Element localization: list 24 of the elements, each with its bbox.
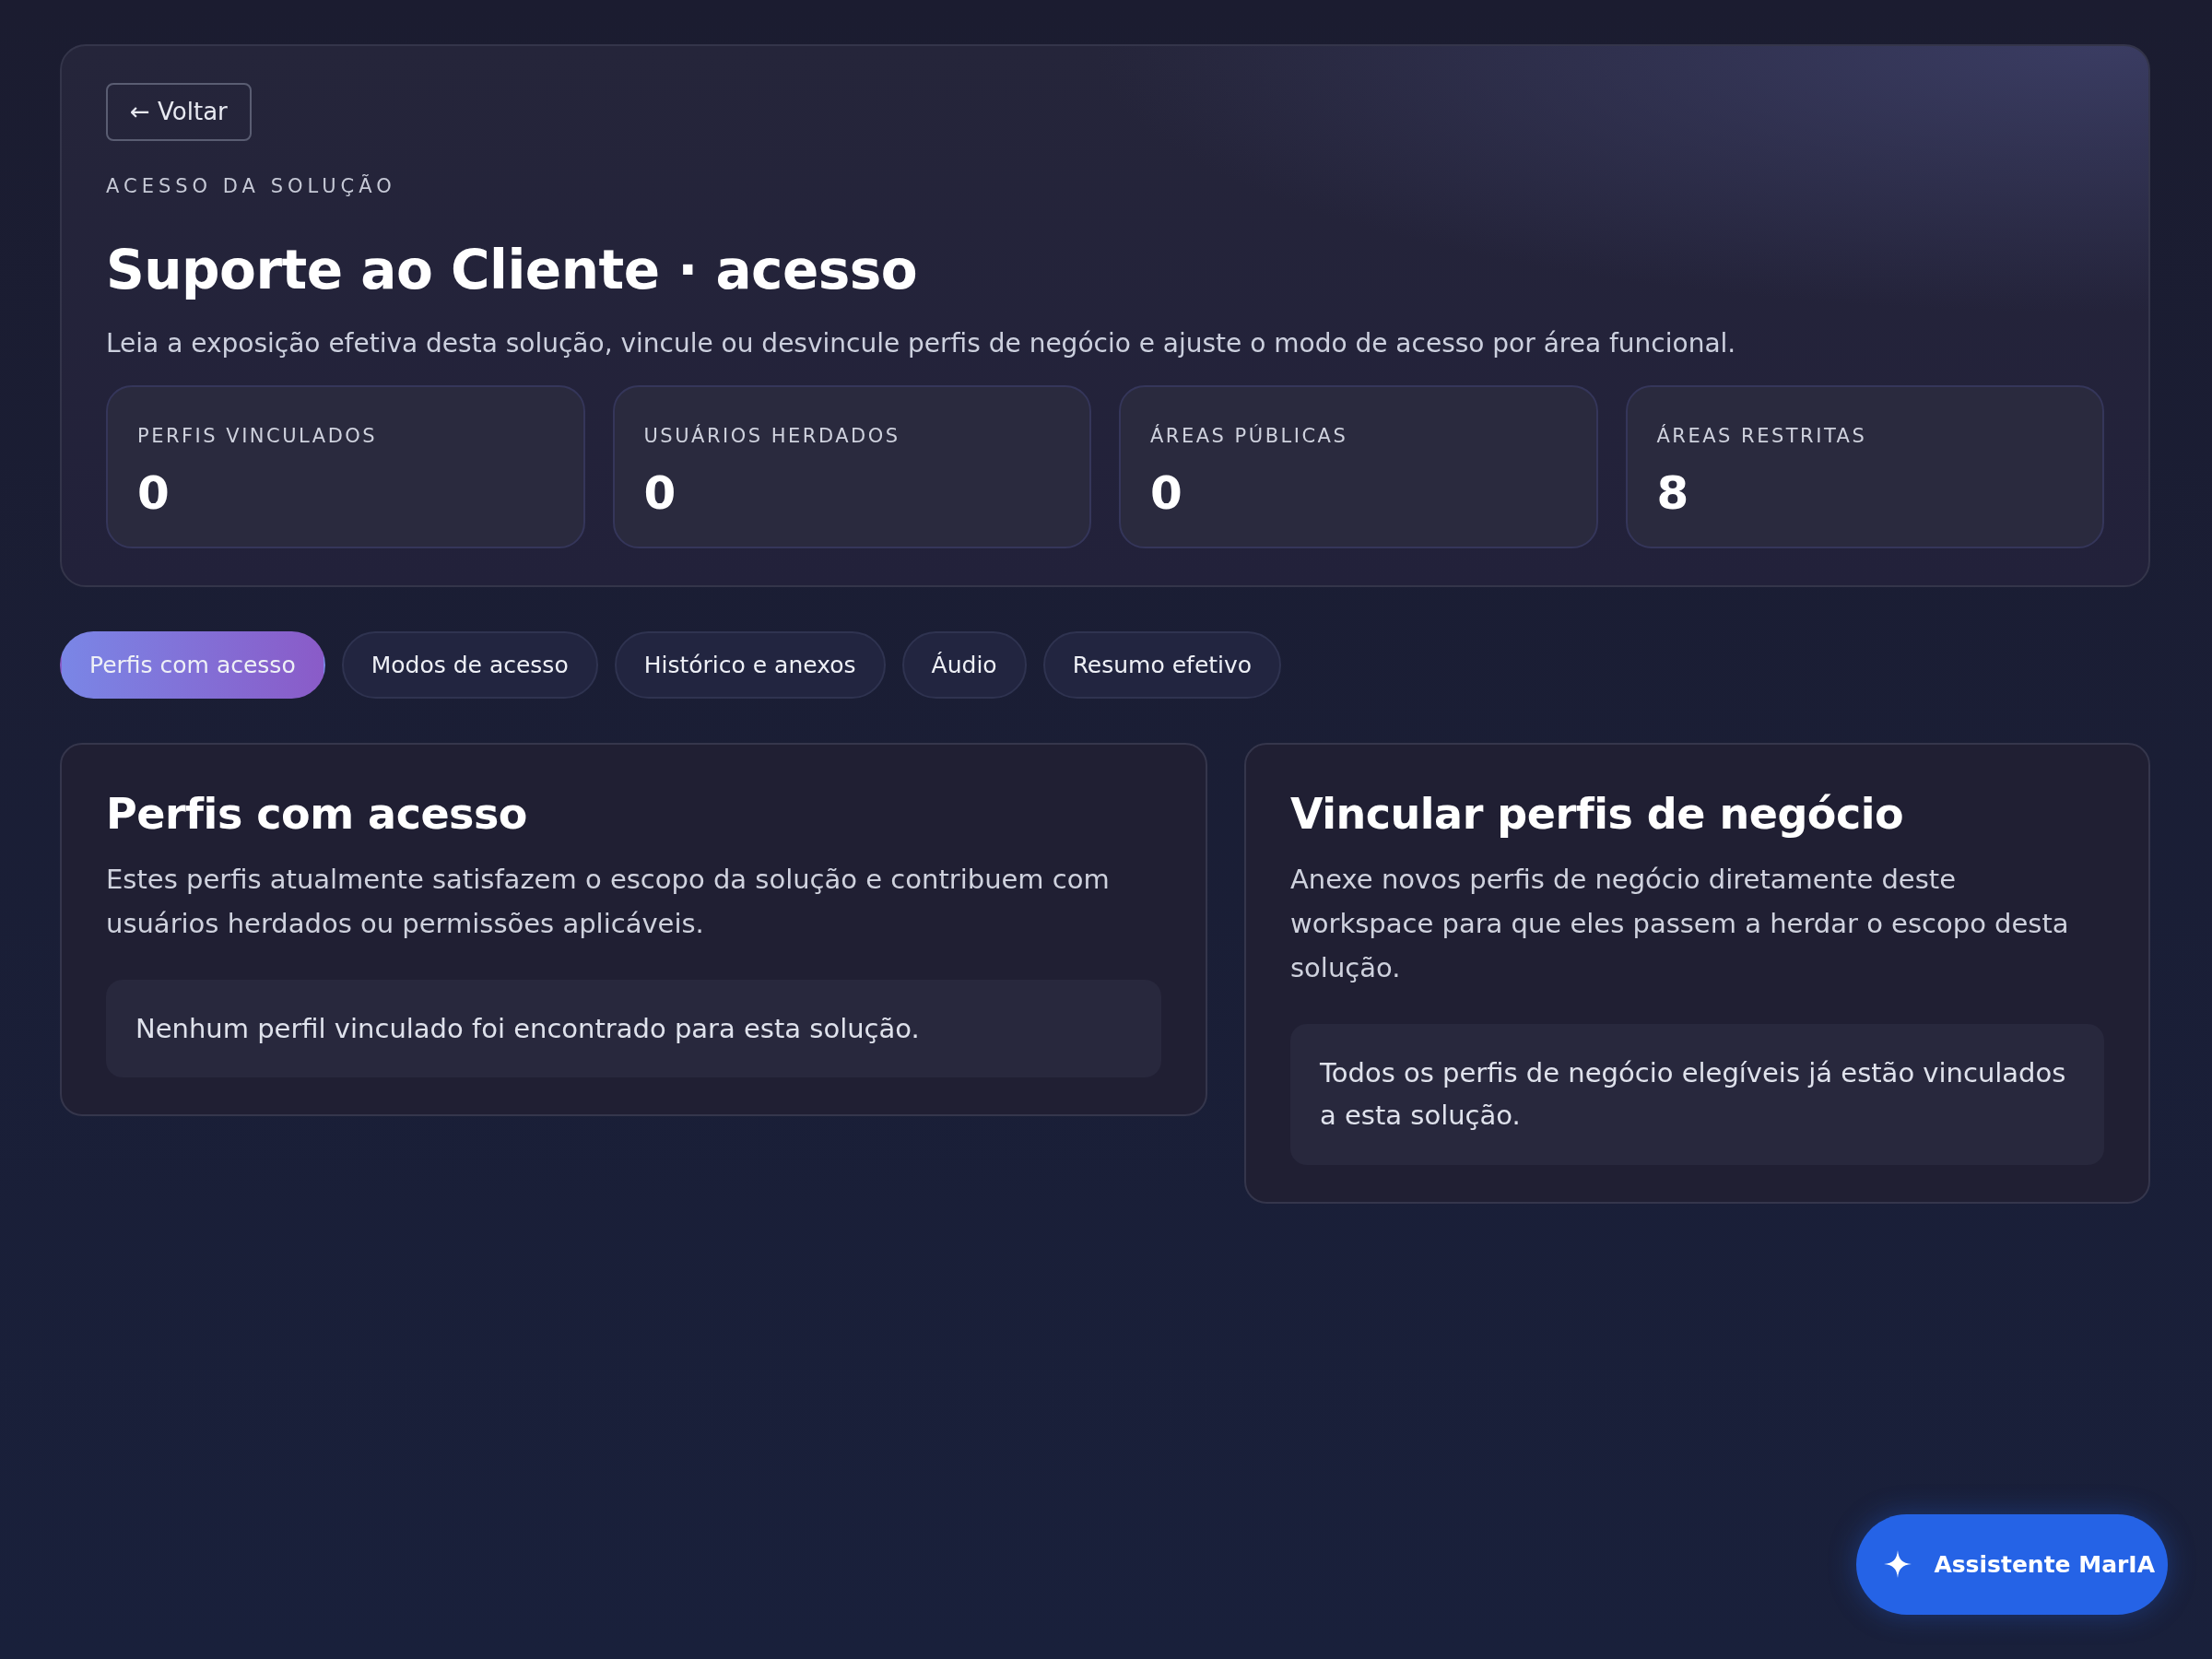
page-subtitle: Leia a exposição efetiva desta solução, vincule ou desvincule perfis de negócio e ajuste o modo de acesso por área funcional. (106, 327, 1737, 361)
back-button[interactable]: ← Voltar (106, 83, 252, 141)
stat-value: 0 (137, 467, 171, 519)
tab[interactable]: Modos de acesso (341, 630, 598, 700)
empty-message: Todos os perfis de negócio elegíveis já estão vinculados a esta solução. (1290, 1023, 2104, 1165)
tab[interactable]: Histórico e anexos (614, 630, 886, 700)
eyebrow-label: ACESSO DA SOLUÇÃO (106, 173, 397, 199)
stat-value: 8 (1656, 467, 1690, 519)
stat-value: 0 (1150, 467, 1183, 519)
stat-label: ÁREAS RESTRITAS (1656, 423, 1868, 450)
assistant-button[interactable]: Assistente MarIA (1856, 1513, 2168, 1615)
page-title: Suporte ao Cliente · acesso (106, 238, 919, 303)
stat-label: USUÁRIOS HERDADOS (643, 423, 901, 450)
panel-description: Anexe novos perfis de negócio diretamente deste workspace para que eles passem a herdar o escopo desta solução. (1290, 863, 2070, 985)
panel-title: Perfis com acesso (106, 789, 528, 841)
panel-title: Vincular perfis de negócio (1290, 789, 1905, 841)
stat-label: ÁREAS PÚBLICAS (1150, 423, 1349, 450)
empty-message: Nenhum perfil vinculado foi encontrado para esta solução. (106, 979, 1161, 1078)
stat-label: PERFIS VINCULADOS (137, 424, 379, 450)
tab[interactable]: Resumo efetivo (1042, 630, 1282, 700)
panel-description: Estes perfis atualmente satisfazem o escopo da solução e contribuem com usuários herdados ou permissões aplicáveis. (106, 863, 1111, 942)
sparkle-icon (1884, 1550, 1912, 1579)
tab[interactable]: Áudio (901, 630, 1027, 700)
stat-value: 0 (643, 467, 677, 519)
